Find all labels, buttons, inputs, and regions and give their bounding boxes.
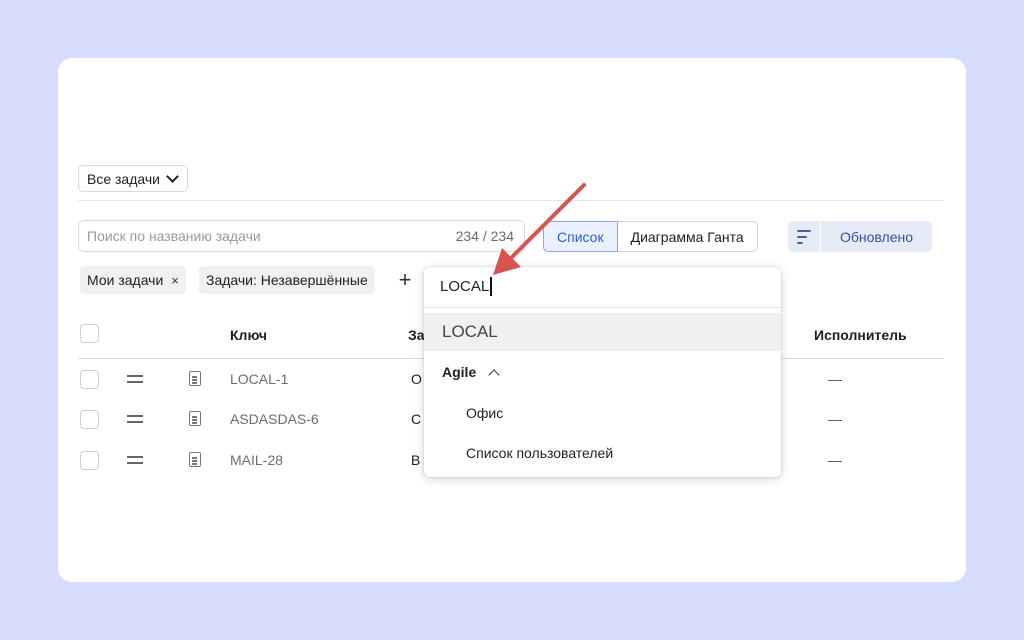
view-select-label: Все задачи <box>87 170 160 187</box>
document-icon <box>189 411 201 426</box>
queue-dropdown: LOCAL LOCAL Agile Офис Список пользовате… <box>424 267 781 477</box>
document-icon <box>189 452 201 467</box>
group-label: Agile <box>442 364 477 380</box>
assignee-cell: — <box>828 411 842 427</box>
sort-field-button[interactable]: Обновлено <box>821 221 932 252</box>
dropdown-option-local[interactable]: LOCAL <box>442 322 498 342</box>
task-counter: 234 / 234 <box>455 228 514 244</box>
filter-chip-my-tasks[interactable]: Мои задачи × <box>80 266 186 294</box>
dropdown-group-agile[interactable]: Agile <box>442 364 500 381</box>
task-key[interactable]: ASDASDAS-6 <box>230 411 319 427</box>
drag-handle-icon[interactable] <box>127 456 143 464</box>
task-title[interactable]: С <box>411 411 421 427</box>
add-filter-button[interactable]: + <box>394 266 416 294</box>
text-caret <box>490 277 492 296</box>
column-header-key[interactable]: Ключ <box>230 327 267 343</box>
task-key[interactable]: LOCAL-1 <box>230 371 288 387</box>
search-field[interactable]: 234 / 234 <box>78 220 525 252</box>
view-select[interactable]: Все задачи <box>78 165 188 192</box>
gantt-view-button[interactable]: Диаграмма Ганта <box>617 221 758 252</box>
dropdown-input-value: LOCAL <box>440 278 490 295</box>
view-switcher: Список Диаграмма Ганта <box>543 221 758 252</box>
list-view-button[interactable]: Список <box>543 221 618 252</box>
row-checkbox[interactable] <box>80 370 99 389</box>
filter-chip-label: Мои задачи <box>87 272 164 288</box>
search-input[interactable] <box>87 228 417 244</box>
row-checkbox[interactable] <box>80 451 99 470</box>
column-header-assignee[interactable]: Исполнитель <box>814 327 907 343</box>
document-icon <box>189 371 201 386</box>
column-header-task[interactable]: За <box>408 327 425 343</box>
chevron-up-icon <box>488 368 500 381</box>
assignee-cell: — <box>828 371 842 387</box>
dropdown-option-user-list[interactable]: Список пользователей <box>466 445 613 461</box>
filter-chip-label: Задачи: Незавершённые <box>206 272 368 288</box>
filter-chip-unfinished[interactable]: Задачи: Незавершённые <box>199 266 375 294</box>
dropdown-option-office[interactable]: Офис <box>466 405 503 421</box>
drag-handle-icon[interactable] <box>127 375 143 383</box>
task-title[interactable]: В <box>411 452 420 468</box>
select-all-checkbox[interactable] <box>80 324 99 343</box>
chevron-down-icon <box>166 169 179 183</box>
divider <box>78 200 944 201</box>
task-key[interactable]: MAIL-28 <box>230 452 283 468</box>
row-checkbox[interactable] <box>80 410 99 429</box>
close-icon[interactable]: × <box>171 273 179 288</box>
task-title[interactable]: О <box>411 371 422 387</box>
sort-icon[interactable] <box>788 221 820 252</box>
task-panel: Все задачи 234 / 234 Список Диаграмма Га… <box>58 58 966 582</box>
assignee-cell: — <box>828 452 842 468</box>
dropdown-divider <box>424 307 781 308</box>
dropdown-search-input[interactable]: LOCAL <box>440 277 492 296</box>
drag-handle-icon[interactable] <box>127 415 143 423</box>
